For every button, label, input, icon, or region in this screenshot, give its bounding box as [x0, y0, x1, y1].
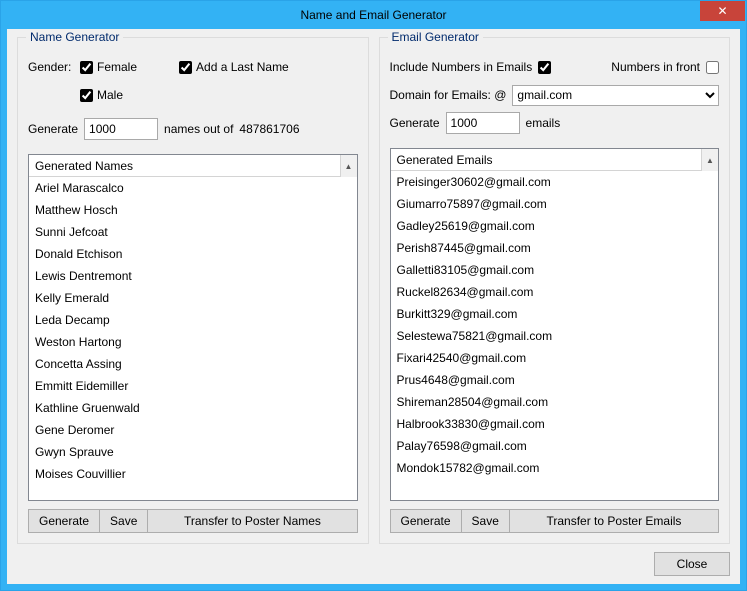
domain-select[interactable]: gmail.com [512, 85, 719, 106]
generate-emails-count-input[interactable] [446, 112, 520, 134]
female-checkbox-wrap[interactable]: Female [80, 60, 137, 74]
panels: Name Generator Gender: Female Add a Last… [17, 37, 730, 544]
list-item[interactable]: Ruckel82634@gmail.com [391, 281, 719, 303]
list-item[interactable]: Halbrook33830@gmail.com [391, 413, 719, 435]
list-item[interactable]: Burkitt329@gmail.com [391, 303, 719, 325]
generated-emails-header[interactable]: Generated Emails ▲ [391, 149, 719, 171]
list-item[interactable]: Kathline Gruenwald [29, 397, 357, 419]
close-button[interactable]: Close [654, 552, 730, 576]
names-button-row: Generate Save Transfer to Poster Names [28, 509, 358, 533]
list-item[interactable]: Kelly Emerald [29, 287, 357, 309]
numbers-front-label: Numbers in front [611, 60, 700, 74]
male-checkbox-wrap[interactable]: Male [80, 88, 123, 102]
add-last-name-checkbox[interactable] [179, 61, 192, 74]
generate-names-count-input[interactable] [84, 118, 158, 140]
window-title: Name and Email Generator [1, 8, 746, 22]
list-item[interactable]: Palay76598@gmail.com [391, 435, 719, 457]
generate-emails-button[interactable]: Generate [390, 509, 462, 533]
client-area: Name Generator Gender: Female Add a Last… [1, 29, 746, 590]
generate-emails-prefix: Generate [390, 116, 440, 130]
list-item[interactable]: Sunni Jefcoat [29, 221, 357, 243]
save-emails-button[interactable]: Save [461, 509, 510, 533]
list-item[interactable]: Moises Couvillier [29, 463, 357, 485]
email-generator-group: Email Generator Include Numbers in Email… [379, 37, 731, 544]
close-icon[interactable]: ✕ [700, 1, 745, 21]
domain-label: Domain for Emails: @ [390, 88, 507, 102]
generated-names-body[interactable]: Ariel MarascalcoMatthew HoschSunni Jefco… [29, 177, 357, 500]
add-last-name-label: Add a Last Name [196, 60, 289, 74]
emails-button-row: Generate Save Transfer to Poster Emails [390, 509, 720, 533]
list-item[interactable]: Weston Hartong [29, 331, 357, 353]
male-checkbox[interactable] [80, 89, 93, 102]
generated-emails-header-label: Generated Emails [397, 153, 493, 167]
list-item[interactable]: Concetta Assing [29, 353, 357, 375]
include-numbers-row: Include Numbers in Emails Numbers in fro… [390, 56, 720, 78]
list-item[interactable]: Gadley25619@gmail.com [391, 215, 719, 237]
save-names-button[interactable]: Save [99, 509, 148, 533]
include-numbers-label: Include Numbers in Emails [390, 60, 533, 74]
generate-names-prefix: Generate [28, 122, 78, 136]
generate-names-mid: names out of [164, 122, 233, 136]
list-item[interactable]: Shireman28504@gmail.com [391, 391, 719, 413]
chevron-up-icon[interactable]: ▲ [701, 149, 718, 171]
add-last-name-checkbox-wrap[interactable]: Add a Last Name [179, 60, 289, 74]
female-checkbox[interactable] [80, 61, 93, 74]
list-item[interactable]: Donald Etchison [29, 243, 357, 265]
list-item[interactable]: Galletti83105@gmail.com [391, 259, 719, 281]
list-item[interactable]: Preisinger30602@gmail.com [391, 171, 719, 193]
list-item[interactable]: Selestewa75821@gmail.com [391, 325, 719, 347]
gender-row: Gender: Female Add a Last Name [28, 56, 358, 78]
gender-label: Gender: [28, 60, 74, 74]
list-item[interactable]: Mondok15782@gmail.com [391, 457, 719, 479]
generate-emails-suffix: emails [526, 116, 561, 130]
generated-emails-body[interactable]: Preisinger30602@gmail.comGiumarro75897@g… [391, 171, 719, 500]
name-generator-legend: Name Generator [26, 30, 123, 44]
male-label: Male [97, 88, 123, 102]
generated-names-header-label: Generated Names [35, 159, 133, 173]
list-item[interactable]: Leda Decamp [29, 309, 357, 331]
domain-row: Domain for Emails: @ gmail.com [390, 84, 720, 106]
list-item[interactable]: Matthew Hosch [29, 199, 357, 221]
generate-names-row: Generate names out of 487861706 [28, 118, 358, 140]
include-numbers-checkbox[interactable] [538, 61, 551, 74]
gender-row-2: Male [28, 84, 358, 106]
generate-names-button[interactable]: Generate [28, 509, 100, 533]
list-item[interactable]: Lewis Dentremont [29, 265, 357, 287]
generated-names-list[interactable]: Generated Names ▲ Ariel MarascalcoMatthe… [28, 154, 358, 501]
titlebar[interactable]: Name and Email Generator ✕ [1, 1, 746, 29]
transfer-names-button[interactable]: Transfer to Poster Names [147, 509, 357, 533]
list-item[interactable]: Gwyn Sprauve [29, 441, 357, 463]
female-label: Female [97, 60, 137, 74]
transfer-emails-button[interactable]: Transfer to Poster Emails [509, 509, 719, 533]
generated-names-header[interactable]: Generated Names ▲ [29, 155, 357, 177]
total-names-value: 487861706 [239, 122, 299, 136]
app-window: Name and Email Generator ✕ Name Generato… [0, 0, 747, 591]
list-item[interactable]: Gene Deromer [29, 419, 357, 441]
list-item[interactable]: Fixari42540@gmail.com [391, 347, 719, 369]
generated-emails-list[interactable]: Generated Emails ▲ Preisinger30602@gmail… [390, 148, 720, 501]
email-generator-legend: Email Generator [388, 30, 483, 44]
list-item[interactable]: Emmitt Eidemiller [29, 375, 357, 397]
list-item[interactable]: Giumarro75897@gmail.com [391, 193, 719, 215]
footer: Close [17, 544, 730, 576]
chevron-up-icon[interactable]: ▲ [340, 155, 357, 177]
name-generator-group: Name Generator Gender: Female Add a Last… [17, 37, 369, 544]
list-item[interactable]: Ariel Marascalco [29, 177, 357, 199]
generate-emails-row: Generate emails [390, 112, 720, 134]
list-item[interactable]: Prus4648@gmail.com [391, 369, 719, 391]
numbers-front-checkbox[interactable] [706, 61, 719, 74]
list-item[interactable]: Perish87445@gmail.com [391, 237, 719, 259]
